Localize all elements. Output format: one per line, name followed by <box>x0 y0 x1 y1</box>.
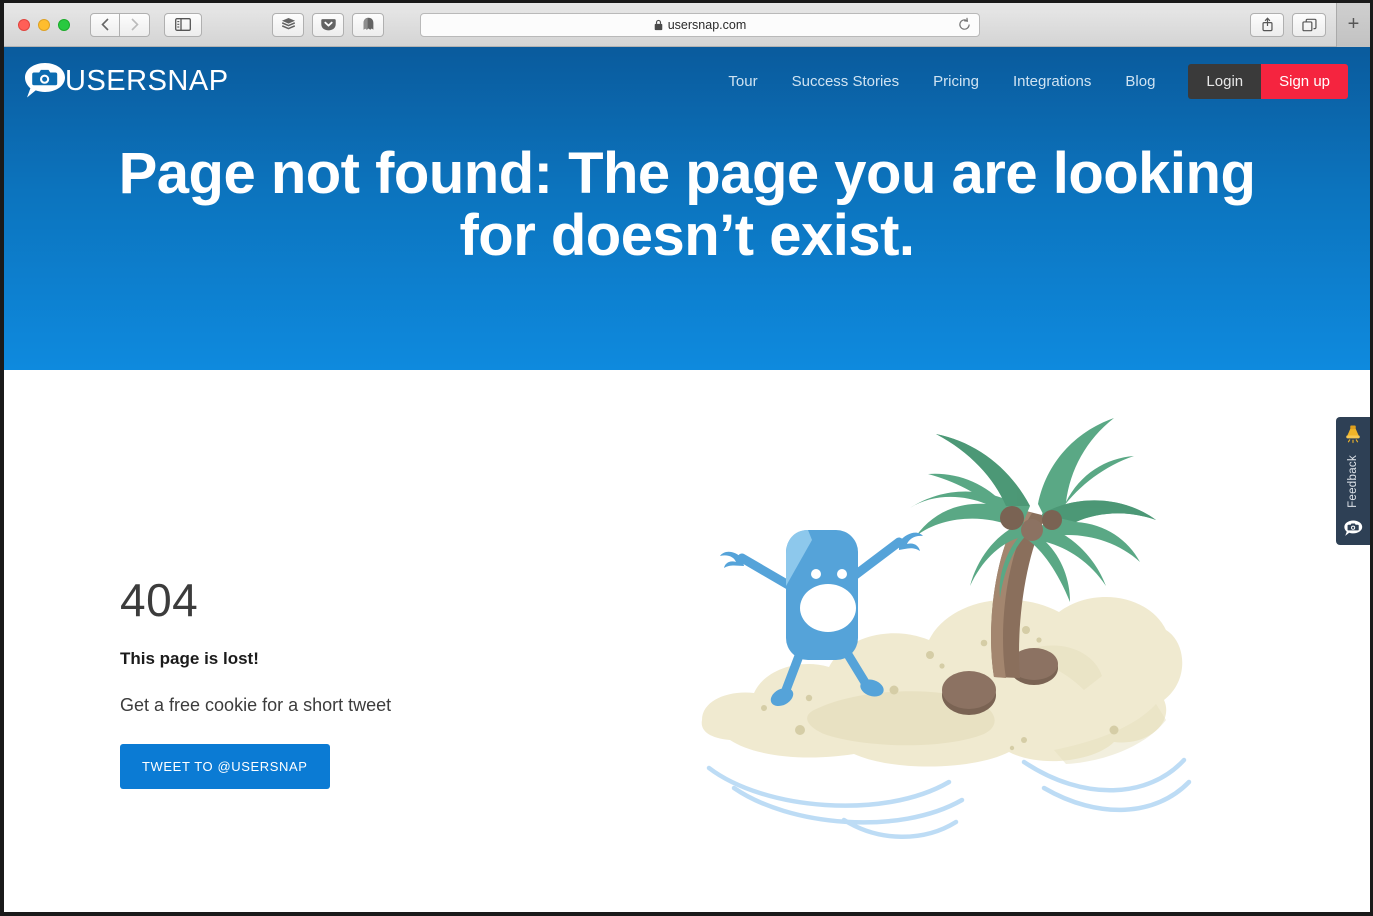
sidebar-toggle-button[interactable] <box>164 12 202 37</box>
url-text: usersnap.com <box>667 17 747 32</box>
window-controls <box>18 18 70 31</box>
sidebar-toggle-icon <box>175 18 191 31</box>
new-tab-button[interactable]: + <box>1336 3 1370 47</box>
nav-auth-buttons: Login Sign up <box>1188 63 1348 99</box>
close-window-button[interactable] <box>18 18 30 31</box>
browser-window: usersnap.com + USERSNAP Tour Success Sto… <box>0 0 1373 916</box>
browser-viewport: usersnap.com + USERSNAP Tour Success Sto… <box>4 3 1370 912</box>
back-arrow-icon <box>101 18 109 31</box>
show-tabs-button[interactable] <box>1292 12 1326 37</box>
logo-text: USERSNAP <box>65 64 229 97</box>
url-display: usersnap.com <box>421 18 979 32</box>
buffer-layers-icon <box>281 17 295 30</box>
extension-buttons <box>272 12 384 37</box>
minimize-window-button[interactable] <box>38 18 50 31</box>
nav-item-tour[interactable]: Tour <box>711 74 774 89</box>
buffer-extension-button[interactable] <box>272 12 304 37</box>
ghostery-extension-button[interactable] <box>352 12 384 37</box>
lock-icon <box>654 19 663 30</box>
feedback-widget-tab[interactable]: Feedback <box>1336 417 1370 545</box>
pocket-icon <box>320 19 336 31</box>
error-subtext: Get a free cookie for a short tweet <box>120 695 392 715</box>
show-tabs-icon <box>1301 18 1317 31</box>
browser-toolbar: usersnap.com + <box>4 3 1370 47</box>
share-icon <box>1261 17 1273 32</box>
site-navbar: USERSNAP Tour Success Stories Pricing In… <box>4 47 1370 115</box>
site-logo[interactable]: USERSNAP <box>22 61 229 101</box>
page-title: Page not found: The page you are looking… <box>118 141 1256 269</box>
web-page: USERSNAP Tour Success Stories Pricing In… <box>4 47 1370 912</box>
tweet-cta-button[interactable]: TWEET TO @USERSNAP <box>120 744 330 789</box>
signup-button[interactable]: Sign up <box>1261 63 1348 99</box>
usersnap-camera-bubble-icon <box>25 63 65 98</box>
pocket-extension-button[interactable] <box>312 12 344 37</box>
login-button[interactable]: Login <box>1188 63 1262 99</box>
ghostery-icon <box>363 17 373 30</box>
back-button[interactable] <box>90 12 120 37</box>
error-headline: This page is lost! <box>120 649 259 668</box>
mascot-hand-right <box>899 532 923 551</box>
address-bar[interactable]: usersnap.com <box>420 12 980 37</box>
hero-section: USERSNAP Tour Success Stories Pricing In… <box>4 47 1370 370</box>
sand-island <box>701 597 1183 767</box>
error-copy-block: 404 This page is lost! Get a free cookie… <box>120 577 550 789</box>
share-button[interactable] <box>1250 12 1284 37</box>
nav-item-integrations[interactable]: Integrations <box>996 74 1108 89</box>
nav-item-blog[interactable]: Blog <box>1108 74 1172 89</box>
reload-icon <box>959 17 970 30</box>
megaphone-icon <box>1346 425 1360 444</box>
usersnap-camera-bubble-icon <box>1343 520 1362 536</box>
mascot-eye-left <box>811 569 821 579</box>
desert-island-mascot-illustration <box>694 390 1194 855</box>
toolbar-right-buttons <box>1250 12 1326 37</box>
error-code: 404 <box>120 574 199 626</box>
mascot-mouth <box>800 584 856 632</box>
maximize-window-button[interactable] <box>58 18 70 31</box>
mascot-eye-right <box>837 569 847 579</box>
main-content: 404 This page is lost! Get a free cookie… <box>4 370 1370 912</box>
nav-links: Tour Success Stories Pricing Integration… <box>711 63 1370 99</box>
forward-button[interactable] <box>120 12 150 37</box>
feedback-label: Feedback <box>1347 455 1359 508</box>
wave-lines <box>706 757 1192 839</box>
new-tab-label: + <box>1347 13 1360 35</box>
nav-item-success-stories[interactable]: Success Stories <box>775 74 917 89</box>
reload-button[interactable] <box>958 17 971 37</box>
navigation-buttons <box>90 12 150 37</box>
nav-item-pricing[interactable]: Pricing <box>916 74 996 89</box>
forward-arrow-icon <box>130 18 139 31</box>
